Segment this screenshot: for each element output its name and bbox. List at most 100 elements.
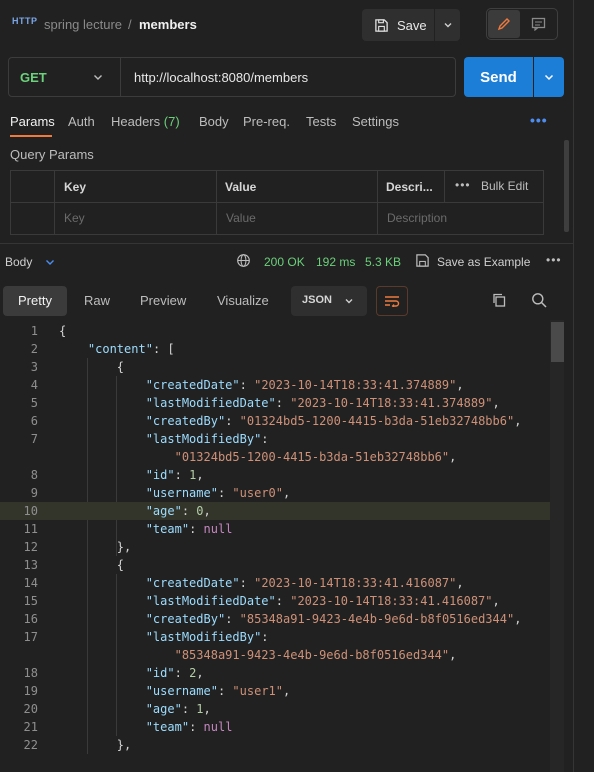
code-text: "content": [	[87, 342, 175, 356]
code-line[interactable]: 6 "createdBy": "01324bd5-1200-4415-b3da-…	[0, 412, 564, 430]
line-number: 22	[23, 738, 38, 752]
view-tab-raw[interactable]: Raw	[84, 293, 110, 308]
response-body-selector[interactable]: Body	[5, 255, 32, 269]
param-value-input[interactable]: Value	[226, 211, 256, 225]
code-line[interactable]: "01324bd5-1200-4415-b3da-51eb32748bb6",	[0, 448, 564, 466]
copy-icon[interactable]	[491, 292, 507, 308]
code-line[interactable]: 4 "createdDate": "2023-10-14T18:33:41.37…	[0, 376, 564, 394]
send-button[interactable]: Send	[464, 57, 533, 97]
line-number: 3	[30, 360, 38, 374]
tab-headers-label: Headers	[111, 114, 161, 129]
code-line[interactable]: 7 "lastModifiedBy":	[0, 430, 564, 448]
view-tab-preview[interactable]: Preview	[140, 293, 186, 308]
code-line[interactable]: 22 },	[0, 736, 564, 754]
code-line[interactable]: 18 "id": 2,	[0, 664, 564, 682]
breadcrumb-collection[interactable]: spring lecture	[44, 17, 122, 32]
save-options-button[interactable]	[435, 9, 460, 41]
tab-tests[interactable]: Tests	[306, 114, 336, 129]
code-line[interactable]: 10 "age": 0,	[0, 502, 564, 520]
status-code[interactable]: 200 OK	[264, 255, 305, 269]
code-text: {	[59, 324, 67, 338]
chevron-down-icon[interactable]	[92, 71, 104, 83]
request-scrollbar[interactable]	[564, 140, 569, 232]
code-text: "01324bd5-1200-4415-b3da-51eb32748bb6",	[174, 450, 457, 464]
code-scrollbar-track[interactable]	[550, 320, 564, 772]
param-description-input[interactable]: Description	[387, 211, 447, 225]
code-line[interactable]: 11 "team": null	[0, 520, 564, 538]
response-size[interactable]: 5.3 KB	[365, 255, 401, 269]
code-text: "createdDate": "2023-10-14T18:33:41.4160…	[145, 576, 464, 590]
save-as-example-button[interactable]: Save as Example	[437, 255, 530, 269]
line-number: 5	[30, 396, 38, 410]
code-line[interactable]: 8 "id": 1,	[0, 466, 564, 484]
param-key-input[interactable]: Key	[64, 211, 85, 225]
column-header-description: Descri...	[386, 180, 433, 194]
comments-button[interactable]	[522, 10, 554, 38]
line-number: 16	[23, 612, 38, 626]
more-dots-icon[interactable]: •••	[530, 112, 548, 128]
code-line[interactable]: "85348a91-9423-4e4b-9e6d-b8f0516ed344",	[0, 646, 564, 664]
save-icon	[374, 18, 389, 33]
line-number: 1	[30, 324, 38, 338]
active-tab-indicator	[10, 135, 52, 137]
tab-body[interactable]: Body	[199, 114, 229, 129]
code-line[interactable]: 9 "username": "user0",	[0, 484, 564, 502]
code-text: "lastModifiedBy":	[145, 630, 269, 644]
line-number: 11	[23, 522, 38, 536]
globe-icon[interactable]	[236, 253, 251, 268]
code-text: "createdDate": "2023-10-14T18:33:41.3748…	[145, 378, 464, 392]
format-label[interactable]: JSON	[302, 294, 332, 306]
wrap-icon	[384, 295, 400, 307]
code-line[interactable]: 3 {	[0, 358, 564, 376]
code-line[interactable]: 2 "content": [	[0, 340, 564, 358]
http-method-select[interactable]: GET	[20, 70, 47, 85]
tab-auth[interactable]: Auth	[68, 114, 95, 129]
bulk-edit-button[interactable]: Bulk Edit	[481, 179, 528, 193]
more-dots-icon[interactable]: •••	[455, 178, 471, 192]
code-line[interactable]: 5 "lastModifiedDate": "2023-10-14T18:33:…	[0, 394, 564, 412]
code-line[interactable]: 14 "createdDate": "2023-10-14T18:33:41.4…	[0, 574, 564, 592]
url-input[interactable]: http://localhost:8080/members	[134, 70, 308, 85]
code-text: "lastModifiedDate": "2023-10-14T18:33:41…	[145, 396, 500, 410]
code-text: "id": 2,	[145, 666, 204, 680]
code-line[interactable]: 15 "lastModifiedDate": "2023-10-14T18:33…	[0, 592, 564, 610]
view-tab-visualize[interactable]: Visualize	[217, 293, 269, 308]
tab-params[interactable]: Params	[10, 114, 55, 129]
query-params-title: Query Params	[10, 147, 94, 162]
tab-pre-request[interactable]: Pre-req.	[243, 114, 290, 129]
response-body-code[interactable]: 1{2 "content": [3 {4 "createdDate": "202…	[0, 320, 573, 772]
code-text: "username": "user0",	[145, 486, 291, 500]
code-line[interactable]: 20 "age": 1,	[0, 700, 564, 718]
line-number: 19	[23, 684, 38, 698]
wrap-lines-button[interactable]	[376, 286, 408, 316]
search-icon[interactable]	[531, 292, 547, 308]
view-tab-pretty[interactable]: Pretty	[18, 293, 52, 308]
response-time[interactable]: 192 ms	[316, 255, 355, 269]
code-line[interactable]: 1{	[0, 322, 564, 340]
chevron-down-icon[interactable]	[344, 296, 354, 306]
chevron-down-icon[interactable]	[44, 256, 56, 268]
line-number: 10	[23, 504, 38, 518]
code-scrollbar-thumb[interactable]	[551, 322, 564, 362]
code-line[interactable]: 21 "team": null	[0, 718, 564, 736]
code-line[interactable]: 12 },	[0, 538, 564, 556]
line-number: 18	[23, 666, 38, 680]
code-line[interactable]: 19 "username": "user1",	[0, 682, 564, 700]
line-number: 17	[23, 630, 38, 644]
code-text: },	[59, 540, 132, 554]
code-line[interactable]: 16 "createdBy": "85348a91-9423-4e4b-9e6d…	[0, 610, 564, 628]
code-text: "age": 0,	[145, 504, 211, 518]
url-divider	[120, 58, 121, 96]
panel-divider[interactable]	[0, 243, 573, 244]
save-button[interactable]: Save	[362, 9, 434, 41]
edit-mode-button[interactable]	[488, 10, 520, 38]
code-line[interactable]: 13 {	[0, 556, 564, 574]
code-line[interactable]: 17 "lastModifiedBy":	[0, 628, 564, 646]
tab-settings[interactable]: Settings	[352, 114, 399, 129]
more-dots-icon[interactable]: •••	[546, 253, 562, 267]
breadcrumb-request-name[interactable]: members	[139, 17, 197, 32]
line-number: 21	[23, 720, 38, 734]
tab-headers[interactable]: Headers (7)	[111, 114, 180, 129]
line-number: 7	[30, 432, 38, 446]
send-options-button[interactable]	[534, 57, 564, 97]
